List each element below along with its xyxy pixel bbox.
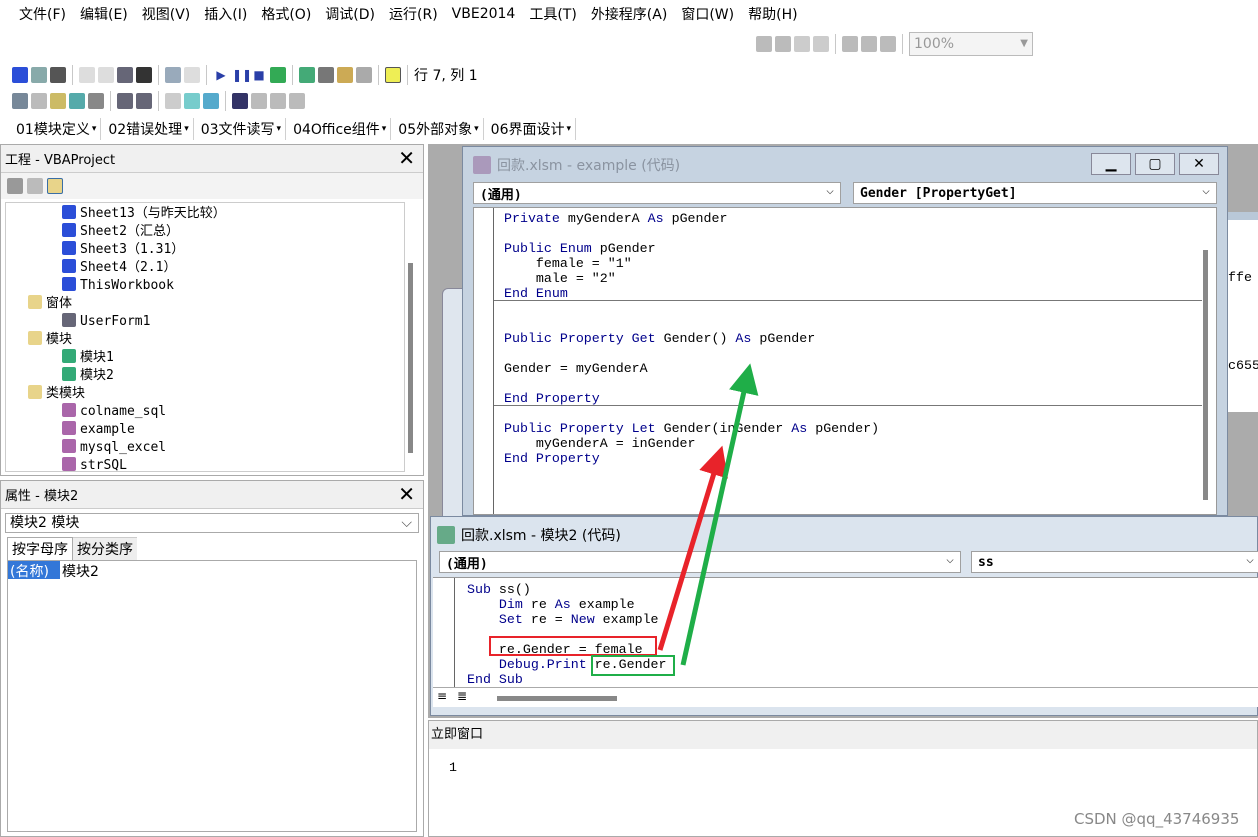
green-arrow <box>680 363 759 666</box>
watermark: CSDN @qq_43746935 <box>1074 810 1240 828</box>
annotation-arrows <box>657 363 759 666</box>
